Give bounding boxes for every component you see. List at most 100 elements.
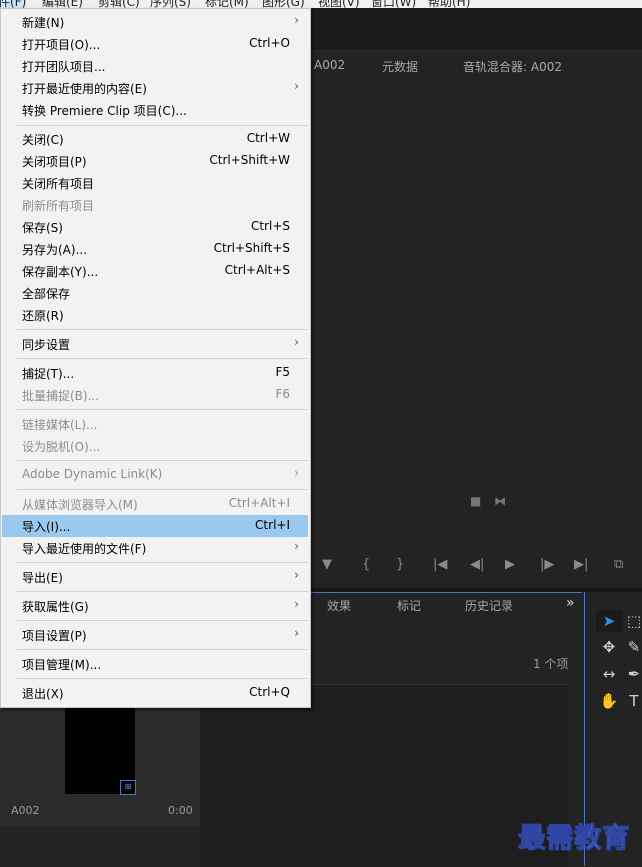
tab-effects[interactable]: 效果	[327, 597, 351, 614]
menu-item-label: 新建(N)	[22, 16, 65, 30]
menu-separator	[17, 620, 308, 621]
mark-in-icon[interactable]: {	[362, 557, 370, 572]
menu-item-label: 还原(R)	[22, 309, 64, 323]
menu-graphics[interactable]: 图形(G)	[262, 0, 305, 8]
menu-window[interactable]: 窗口(W)	[371, 0, 416, 8]
menu-item-save-as[interactable]: 另存为(A)... Ctrl+Shift+S	[1, 238, 310, 260]
source-monitor-panel	[300, 50, 642, 591]
menu-item-label: 打开项目(O)...	[22, 38, 101, 52]
type-icon[interactable]: T	[626, 690, 642, 712]
panel-overflow-icon[interactable]: »	[566, 595, 575, 611]
menu-item-label: 获取属性(G)	[22, 600, 89, 614]
step-forward-icon[interactable]: |▶	[540, 557, 554, 572]
menu-item-make-offline: 设为脱机(O)...	[1, 435, 310, 457]
menu-separator	[17, 591, 308, 592]
tab-history[interactable]: 历史记录	[465, 597, 513, 614]
pen-icon[interactable]: ✒	[626, 663, 642, 685]
menu-item-shortcut: Ctrl+I	[255, 518, 290, 532]
slip-icon[interactable]: ↔	[596, 663, 622, 685]
tab-audio-mixer[interactable]: 音轨混合器: A002	[463, 58, 562, 75]
tab-metadata[interactable]: 元数据	[382, 58, 418, 75]
menu-item-export[interactable]: 导出(E) ›	[1, 566, 310, 588]
menu-item-open-team-project[interactable]: 打开团队项目...	[1, 55, 310, 77]
sequence-badge-icon: ⊞	[120, 780, 136, 795]
menu-edit[interactable]: 编辑(E)	[42, 0, 83, 8]
safe-margins-icon[interactable]: ■	[470, 494, 481, 508]
ripple-edit-icon[interactable]: ✥	[596, 636, 622, 658]
menu-item-label: 打开团队项目...	[22, 60, 106, 74]
item-count: 1 个项	[533, 657, 569, 671]
menu-item-save-copy[interactable]: 保存副本(Y)... Ctrl+Alt+S	[1, 260, 310, 282]
menu-item-import-recent[interactable]: 导入最近使用的文件(F) ›	[1, 537, 310, 559]
menu-sequence[interactable]: 序列(S)	[150, 0, 191, 8]
menu-clip[interactable]: 剪辑(C)	[98, 0, 140, 8]
mark-out-icon[interactable]: }	[396, 557, 404, 572]
menu-item-shortcut: F6	[275, 387, 290, 401]
track-select-icon[interactable]: ⬚	[626, 610, 642, 632]
menubar: 文件(F) 编辑(E) 剪辑(C) 序列(S) 标记(M) 图形(G) 视图(V…	[0, 0, 642, 8]
menu-item-label: 导入最近使用的文件(F)	[22, 542, 147, 556]
go-to-in-icon[interactable]: |◀	[433, 557, 447, 572]
menu-item-import-from-browser: 从媒体浏览器导入(M) Ctrl+Alt+I	[1, 493, 310, 515]
submenu-arrow-icon: ›	[294, 13, 299, 27]
menu-item-dynamic-link: Adobe Dynamic Link(K) ›	[1, 464, 310, 486]
menu-item-open-project[interactable]: 打开项目(O)... Ctrl+O	[1, 33, 310, 55]
menu-item-label: 同步设置	[22, 338, 71, 352]
menu-item-capture[interactable]: 捕捉(T)... F5	[1, 362, 310, 384]
menu-item-label: 关闭(C)	[22, 133, 64, 147]
menu-item-close-project[interactable]: 关闭项目(P) Ctrl+Shift+W	[1, 150, 310, 172]
menu-item-project-manager[interactable]: 项目管理(M)...	[1, 653, 310, 675]
menu-separator	[17, 460, 308, 461]
menu-separator	[17, 358, 308, 359]
menu-markers[interactable]: 标记(M)	[205, 0, 249, 8]
menu-item-import[interactable]: 导入(I)... Ctrl+I	[2, 515, 308, 537]
menu-item-shortcut: Ctrl+O	[249, 36, 290, 50]
menu-item-save-all[interactable]: 全部保存	[1, 282, 310, 304]
tab-markers[interactable]: 标记	[397, 597, 421, 614]
menu-file[interactable]: 文件(F)	[0, 0, 27, 8]
menu-item-label: 导出(E)	[22, 571, 63, 585]
drag-audio-icon[interactable]: ⧓	[494, 494, 506, 508]
menu-item-new[interactable]: 新建(N) ›	[1, 11, 310, 33]
menu-item-shortcut: Ctrl+Q	[249, 685, 290, 699]
menu-item-shortcut: Ctrl+Shift+S	[213, 241, 290, 255]
submenu-arrow-icon: ›	[294, 568, 299, 582]
menu-view[interactable]: 视图(V)	[318, 0, 360, 8]
menu-item-project-settings[interactable]: 项目设置(P) ›	[1, 624, 310, 646]
menu-item-shortcut: F5	[275, 365, 290, 379]
menu-item-save[interactable]: 保存(S) Ctrl+S	[1, 216, 310, 238]
menu-item-shortcut: Ctrl+Shift+W	[209, 153, 290, 167]
menu-item-exit[interactable]: 退出(X) Ctrl+Q	[1, 682, 310, 704]
project-bin-area	[200, 684, 568, 867]
step-back-icon[interactable]: ◀|	[470, 557, 484, 572]
menu-item-label: 捕捉(T)...	[22, 367, 75, 381]
menu-separator	[17, 329, 308, 330]
menu-item-open-recent[interactable]: 打开最近使用的内容(E) ›	[1, 77, 310, 99]
workspace-bar	[310, 8, 642, 50]
go-to-out-icon[interactable]: ▶|	[574, 557, 588, 572]
add-marker-icon[interactable]: ▼	[322, 557, 332, 572]
menu-separator	[17, 562, 308, 563]
hand-icon[interactable]: ✋	[596, 690, 622, 712]
menu-item-label: 刷新所有项目	[22, 199, 95, 213]
menu-item-get-properties[interactable]: 获取属性(G) ›	[1, 595, 310, 617]
tab-source-a002[interactable]: A002	[314, 58, 345, 72]
menu-separator	[17, 489, 308, 490]
menu-item-shortcut: Ctrl+Alt+I	[228, 496, 290, 510]
menu-item-revert[interactable]: 还原(R)	[1, 304, 310, 326]
menu-help[interactable]: 帮助(H)	[428, 0, 470, 8]
menu-item-close-all[interactable]: 关闭所有项目	[1, 172, 310, 194]
submenu-arrow-icon: ›	[294, 626, 299, 640]
play-icon[interactable]: ▶	[505, 557, 515, 572]
menu-item-label: 退出(X)	[22, 687, 64, 701]
export-frame-icon[interactable]: ⧉	[614, 557, 623, 572]
menu-item-label: 关闭项目(P)	[22, 155, 87, 169]
menu-item-sync-settings[interactable]: 同步设置 ›	[1, 333, 310, 355]
menu-item-batch-capture: 批量捕捉(B)... F6	[1, 384, 310, 406]
menu-item-shortcut: Ctrl+S	[250, 219, 290, 233]
menu-item-close[interactable]: 关闭(C) Ctrl+W	[1, 128, 310, 150]
selection-tool-icon[interactable]: ➤	[596, 610, 622, 632]
menu-item-convert-clip[interactable]: 转换 Premiere Clip 项目(C)...	[1, 99, 310, 121]
razor-icon[interactable]: ✎	[626, 636, 642, 658]
menu-item-label: 批量捕捉(B)...	[22, 389, 100, 403]
